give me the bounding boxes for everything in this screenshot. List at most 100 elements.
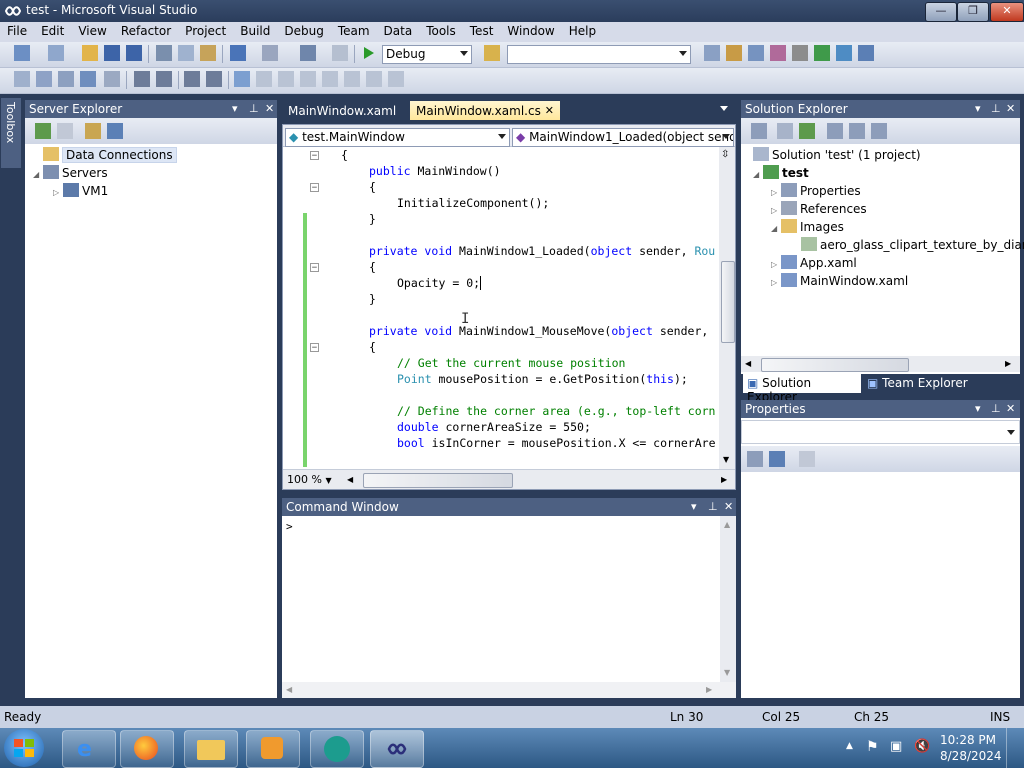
connect-to-server-icon[interactable] [107, 123, 123, 139]
tree-item-image-file[interactable]: aero_glass_clipart_texture_by_diamo [801, 237, 1024, 255]
solution-configurations-combo[interactable]: Debug [382, 45, 472, 64]
add-item-icon[interactable] [48, 45, 64, 61]
command-horizontal-scrollbar[interactable]: ◀ ▶ [282, 682, 736, 698]
scroll-up-icon[interactable]: ▲ [724, 520, 730, 529]
tools-icon[interactable] [792, 45, 808, 61]
navigate-backward-icon[interactable] [300, 45, 316, 61]
view-class-diagram-icon[interactable] [871, 123, 887, 139]
object-browser-icon[interactable] [748, 45, 764, 61]
outline-collapse-icon[interactable]: − [310, 183, 319, 193]
toolbox-icon[interactable] [770, 45, 786, 61]
word-completion-icon[interactable] [80, 71, 96, 87]
action-center-flag-icon[interactable]: ⚑ [866, 739, 879, 755]
start-page-icon[interactable] [814, 45, 830, 61]
menu-file[interactable]: File [0, 22, 34, 42]
properties-window-icon[interactable] [726, 45, 742, 61]
close-button[interactable]: ✕ [990, 2, 1024, 22]
close-pane-icon[interactable]: ✕ [724, 500, 733, 513]
clock[interactable]: 10:28 PM 8/28/2024 [940, 732, 1002, 764]
menu-refactor[interactable]: Refactor [114, 22, 178, 42]
toolbox-tab[interactable]: Toolbox [1, 98, 21, 168]
solution-horizontal-scrollbar[interactable]: ◀ ▶ [741, 356, 1020, 372]
show-all-files-icon[interactable] [777, 123, 793, 139]
volume-muted-icon[interactable]: 🔇 [914, 739, 930, 754]
start-debugging-icon[interactable] [360, 45, 376, 61]
member-dropdown[interactable]: ◆ MainWindow1_Loaded(object send [512, 128, 734, 147]
maximize-button[interactable]: ❐ [957, 2, 989, 22]
open-file-icon[interactable] [82, 45, 98, 61]
command-input[interactable]: > [286, 520, 716, 680]
paste-icon[interactable] [200, 45, 216, 61]
window-position-icon[interactable]: ▾ [975, 402, 981, 415]
menu-help[interactable]: Help [562, 22, 603, 42]
properties-icon[interactable] [751, 123, 767, 139]
auto-hide-pin-icon[interactable]: ⊥ [991, 102, 1001, 115]
auto-hide-pin-icon[interactable]: ⊥ [991, 402, 1001, 415]
connect-to-database-icon[interactable] [85, 123, 101, 139]
refresh-icon[interactable] [799, 123, 815, 139]
horizontal-scroll-thumb[interactable] [363, 473, 513, 488]
menu-test[interactable]: Test [463, 22, 501, 42]
stop-refresh-icon[interactable] [57, 123, 73, 139]
tree-item-images[interactable]: ◢ Images [771, 219, 844, 237]
scroll-right-icon[interactable]: ▶ [706, 685, 712, 694]
scroll-right-icon[interactable]: ▶ [721, 475, 727, 484]
menu-view[interactable]: View [71, 22, 113, 42]
categorized-icon[interactable] [747, 451, 763, 467]
outline-collapse-icon[interactable]: − [310, 343, 319, 353]
scroll-down-icon[interactable]: ▼ [723, 455, 729, 464]
tree-item-app-xaml[interactable]: ▷ App.xaml [771, 255, 857, 273]
auto-hide-pin-icon[interactable]: ⊥ [708, 500, 718, 513]
alphabetical-icon[interactable] [769, 451, 785, 467]
view-code-icon[interactable] [827, 123, 843, 139]
menu-window[interactable]: Window [500, 22, 561, 42]
menu-build[interactable]: Build [233, 22, 277, 42]
uncomment-lines-icon[interactable] [206, 71, 222, 87]
close-pane-icon[interactable]: ✕ [1006, 402, 1015, 415]
display-word-icon[interactable] [104, 71, 120, 87]
previous-bookmark-folder-icon[interactable] [300, 71, 316, 87]
find-combo[interactable] [507, 45, 691, 64]
tree-item-properties[interactable]: ▷ Properties [771, 183, 861, 201]
solution-explorer-icon[interactable] [704, 45, 720, 61]
auto-hide-pin-icon[interactable]: ⊥ [249, 102, 259, 115]
cut-icon[interactable] [156, 45, 172, 61]
comment-lines-icon[interactable] [184, 71, 200, 87]
command-vertical-scrollbar[interactable]: ▲ ▼ [720, 516, 736, 682]
extension-manager-icon[interactable] [836, 45, 852, 61]
quick-info-icon[interactable] [58, 71, 74, 87]
menu-edit[interactable]: Edit [34, 22, 71, 42]
redo-icon[interactable] [262, 45, 278, 61]
menu-tools[interactable]: Tools [419, 22, 463, 42]
split-window-icon[interactable]: ⇳ [721, 149, 729, 160]
outline-collapse-icon[interactable]: − [310, 263, 319, 273]
next-bookmark-folder-icon[interactable] [322, 71, 338, 87]
code-area[interactable]: − − − − { public MainWindow() { Initiali… [283, 147, 719, 469]
taskbar-firefox[interactable] [120, 730, 174, 768]
class-dropdown[interactable]: ◆ test.MainWindow [285, 128, 510, 147]
scroll-left-icon[interactable]: ◀ [347, 475, 353, 484]
tab-mainwindow-xaml-cs[interactable]: MainWindow.xaml.cs ✕ [410, 101, 560, 120]
network-icon[interactable]: ▣ [890, 739, 902, 754]
menu-debug[interactable]: Debug [277, 22, 330, 42]
parameter-info-icon[interactable] [36, 71, 52, 87]
save-all-icon[interactable] [126, 45, 142, 61]
show-desktop-button[interactable] [1006, 728, 1024, 768]
window-position-icon[interactable]: ▾ [232, 102, 238, 115]
copy-icon[interactable] [178, 45, 194, 61]
tree-item-mainwindow-xaml[interactable]: ▷ MainWindow.xaml [771, 273, 908, 291]
refresh-icon[interactable] [35, 123, 51, 139]
find-in-files-icon[interactable] [484, 45, 500, 61]
outline-collapse-icon[interactable]: − [310, 151, 319, 161]
save-icon[interactable] [104, 45, 120, 61]
scroll-right-icon[interactable]: ▶ [1005, 359, 1011, 368]
command-window-icon[interactable] [858, 45, 874, 61]
tab-team-explorer[interactable]: ▣ Team Explorer [863, 374, 983, 393]
taskbar-app[interactable] [310, 730, 364, 768]
tree-item-servers[interactable]: ◢ Servers [33, 165, 108, 183]
previous-bookmark-icon[interactable] [256, 71, 272, 87]
horizontal-scroll-thumb[interactable] [761, 358, 909, 372]
menu-team[interactable]: Team [331, 22, 377, 42]
taskbar-internet-explorer[interactable]: e [62, 730, 116, 768]
tree-item-project-test[interactable]: ◢ test [753, 165, 809, 183]
